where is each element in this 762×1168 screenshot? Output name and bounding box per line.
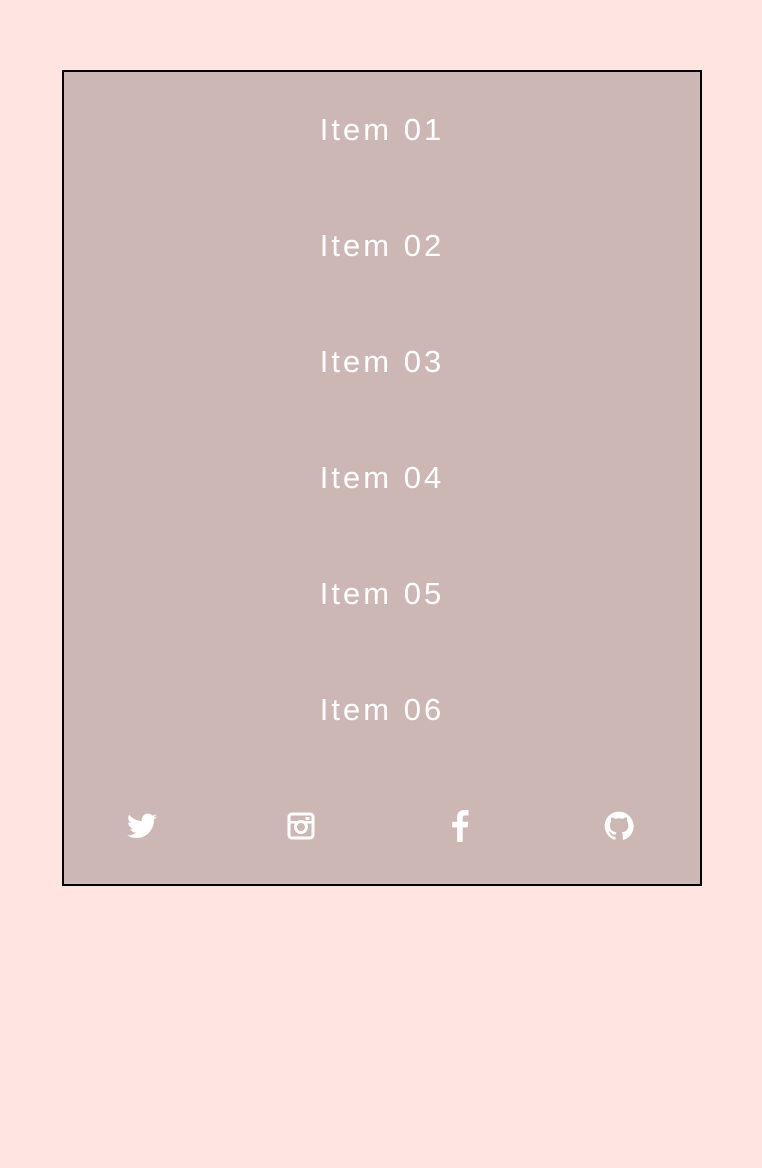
menu-item-05[interactable]: Item 05 [64, 536, 700, 652]
menu-item-06[interactable]: Item 06 [64, 652, 700, 768]
twitter-link[interactable] [124, 808, 160, 844]
twitter-icon [127, 813, 157, 838]
instagram-link[interactable] [283, 808, 319, 844]
facebook-icon [452, 810, 469, 842]
menu-item-01[interactable]: Item 01 [64, 72, 700, 188]
menu-list: Item 01 Item 02 Item 03 Item 04 Item 05 … [64, 72, 700, 768]
menu-item-label: Item 01 [319, 112, 445, 147]
instagram-icon [287, 812, 315, 840]
facebook-link[interactable] [442, 808, 478, 844]
github-link[interactable] [601, 808, 637, 844]
menu-item-label: Item 05 [319, 576, 445, 611]
menu-item-label: Item 03 [319, 344, 445, 379]
menu-item-label: Item 04 [319, 460, 445, 495]
menu-item-02[interactable]: Item 02 [64, 188, 700, 304]
menu-item-label: Item 02 [319, 228, 445, 263]
github-icon [604, 811, 634, 840]
menu-item-03[interactable]: Item 03 [64, 304, 700, 420]
menu-panel: Item 01 Item 02 Item 03 Item 04 Item 05 … [62, 70, 702, 886]
menu-item-label: Item 06 [319, 692, 445, 727]
menu-item-04[interactable]: Item 04 [64, 420, 700, 536]
social-links [64, 768, 700, 884]
